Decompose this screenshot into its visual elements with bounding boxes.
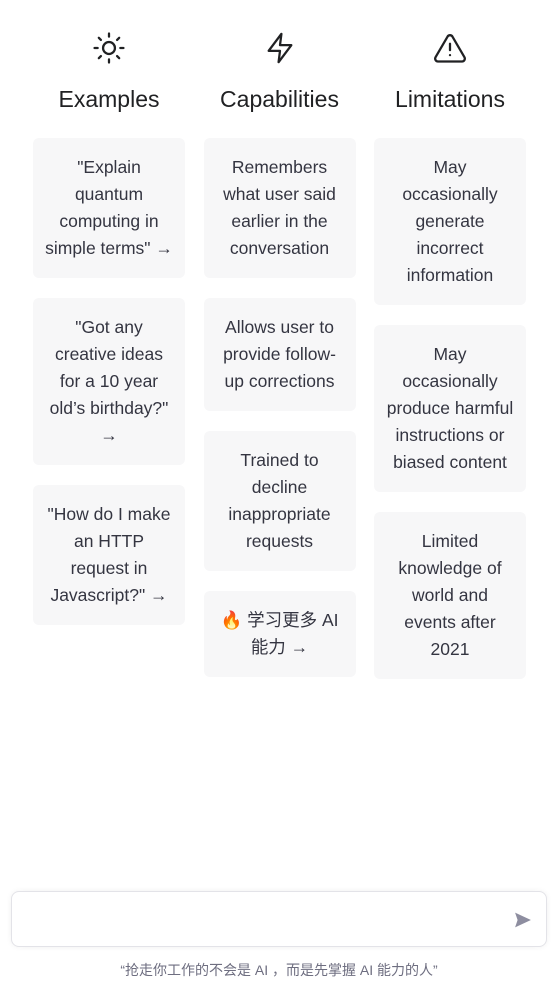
- column-title-limitations: Limitations: [395, 86, 505, 112]
- learn-more-ai-card[interactable]: 🔥 学习更多 AI 能力 →: [203, 591, 356, 677]
- lightning-icon: [262, 30, 298, 66]
- footer-quote: “抢走你工作的不会是 AI ，而是先掌握 AI 能力的人”: [120, 962, 438, 978]
- example-card[interactable]: "How do I make an HTTP request in Javasc…: [33, 485, 185, 625]
- sun-icon: [91, 30, 127, 66]
- capability-card: Trained to decline inappropriate request…: [203, 431, 356, 571]
- warning-icon: [432, 30, 468, 66]
- example-card[interactable]: "Got any creative ideas for a 10 year ol…: [33, 298, 185, 465]
- intro-columns: Examples "Explain quantum computing in s…: [33, 0, 526, 679]
- example-card[interactable]: "Explain quantum computing in simple ter…: [33, 138, 185, 278]
- send-button[interactable]: [510, 907, 536, 933]
- message-input-bar: [11, 891, 547, 947]
- limitation-card: Limited knowledge of world and events af…: [374, 512, 526, 679]
- limitation-card: May occasionally produce harmful instruc…: [374, 325, 526, 492]
- examples-column: Examples "Explain quantum computing in s…: [33, 0, 185, 679]
- examples-cards: "Explain quantum computing in simple ter…: [33, 138, 185, 625]
- limitations-column: Limitations May occasionally generate in…: [374, 0, 526, 679]
- send-icon: [515, 912, 531, 928]
- column-title-examples: Examples: [58, 86, 160, 112]
- message-input[interactable]: [24, 902, 498, 940]
- capabilities-cards: Remembers what user said earlier in the …: [203, 138, 356, 677]
- capability-card: Remembers what user said earlier in the …: [203, 138, 356, 278]
- column-title-capabilities: Capabilities: [220, 86, 339, 112]
- capabilities-column: Capabilities Remembers what user said ea…: [203, 0, 356, 679]
- limitation-card: May occasionally generate incorrect info…: [374, 138, 526, 305]
- limitations-cards: May occasionally generate incorrect info…: [374, 138, 526, 679]
- capability-card: Allows user to provide follow-up correct…: [203, 298, 356, 411]
